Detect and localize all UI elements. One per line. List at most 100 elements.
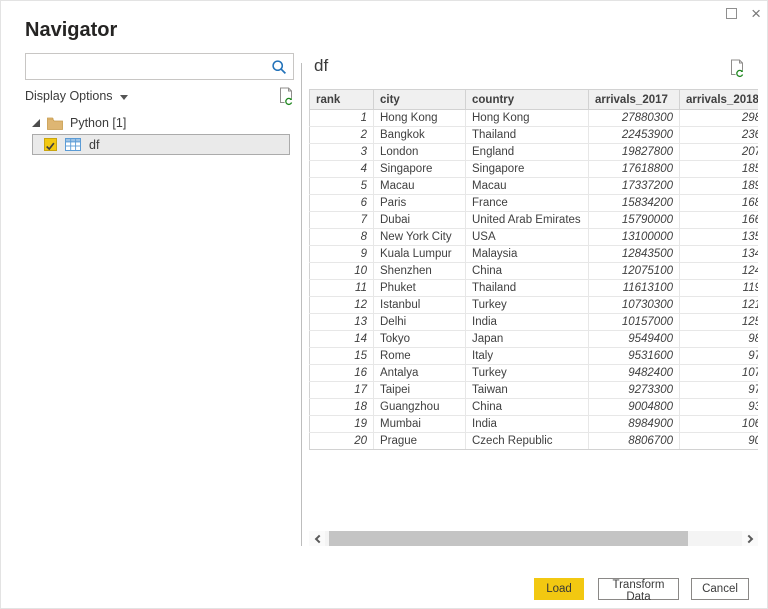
df-checkbox[interactable]	[44, 138, 57, 151]
table-cell-arrivals_2017: 9482400	[588, 364, 680, 382]
table-cell-city: Hong Kong	[373, 109, 466, 127]
table-cell-city: Paris	[373, 194, 466, 212]
search-input[interactable]	[26, 54, 271, 79]
table-cell-country: Malaysia	[465, 245, 589, 263]
table-row: 16AntalyaTurkey9482400107	[309, 364, 758, 382]
scroll-right-button[interactable]	[742, 531, 758, 546]
table-cell-city: Tokyo	[373, 330, 466, 348]
table-cell-country: China	[465, 262, 589, 280]
scroll-left-button[interactable]	[309, 531, 325, 546]
table-cell-arrivals_2018: 97	[679, 347, 758, 365]
table-cell-arrivals_2017: 12075100	[588, 262, 680, 280]
table-cell-arrivals_2018: 93	[679, 398, 758, 416]
table-row: 10ShenzhenChina12075100124	[309, 262, 758, 280]
table-cell-arrivals_2018: 189	[679, 177, 758, 195]
table-cell-arrivals_2017: 19827800	[588, 143, 680, 161]
table-cell-country: England	[465, 143, 589, 161]
table-row: 3LondonEngland19827800207	[309, 143, 758, 161]
table-cell-country: Taiwan	[465, 381, 589, 399]
table-cell-country: Thailand	[465, 126, 589, 144]
column-header-rank: rank	[309, 89, 374, 110]
checkmark-icon	[46, 142, 55, 151]
table-row: 19MumbaiIndia8984900106	[309, 415, 758, 433]
table-cell-arrivals_2017: 9004800	[588, 398, 680, 416]
table-row: 8New York CityUSA13100000135	[309, 228, 758, 246]
table-cell-country: United Arab Emirates	[465, 211, 589, 229]
column-header-city: city	[373, 89, 466, 110]
table-cell-arrivals_2018: 207	[679, 143, 758, 161]
table-cell-rank: 18	[309, 398, 374, 416]
table-cell-city: Antalya	[373, 364, 466, 382]
chevron-down-icon	[119, 94, 128, 100]
tree-node-label: Python [1]	[70, 116, 127, 130]
tree-node-python[interactable]: Python [1]	[25, 113, 294, 133]
table-cell-country: Japan	[465, 330, 589, 348]
table-cell-country: China	[465, 398, 589, 416]
table-cell-rank: 2	[309, 126, 374, 144]
column-header-arrivals_2017: arrivals_2017	[588, 89, 680, 110]
preview-title: df	[314, 56, 329, 75]
table-cell-country: Singapore	[465, 160, 589, 178]
table-cell-country: France	[465, 194, 589, 212]
table-cell-rank: 4	[309, 160, 374, 178]
table-cell-arrivals_2017: 12843500	[588, 245, 680, 263]
table-cell-city: Rome	[373, 347, 466, 365]
table-cell-country: Turkey	[465, 364, 589, 382]
table-cell-country: Czech Republic	[465, 432, 589, 450]
search-icon[interactable]	[271, 59, 287, 75]
table-header-row: rank city country arrivals_2017 arrivals_201…	[309, 89, 758, 110]
tree-item-df[interactable]: df	[32, 134, 290, 155]
table-row: 17TaipeiTaiwan927330097	[309, 381, 758, 399]
refresh-preview-icon[interactable]	[729, 59, 745, 78]
table-cell-arrivals_2017: 15834200	[588, 194, 680, 212]
table-cell-rank: 15	[309, 347, 374, 365]
close-icon[interactable]: ×	[751, 5, 761, 22]
table-cell-rank: 20	[309, 432, 374, 450]
table-cell-arrivals_2018: 124	[679, 262, 758, 280]
transform-data-button[interactable]: Transform Data	[598, 578, 679, 603]
expand-collapse-icon[interactable]	[32, 119, 40, 127]
table-cell-arrivals_2017: 15790000	[588, 211, 680, 229]
scrollbar-track[interactable]	[325, 531, 742, 546]
chevron-left-icon	[314, 534, 323, 543]
table-cell-city: Delhi	[373, 313, 466, 331]
table-cell-arrivals_2018: 90	[679, 432, 758, 450]
table-row: 2BangkokThailand22453900236	[309, 126, 758, 144]
horizontal-scrollbar[interactable]	[309, 531, 758, 546]
load-button[interactable]: Load	[534, 578, 584, 600]
scrollbar-thumb[interactable]	[329, 531, 688, 546]
table-cell-rank: 9	[309, 245, 374, 263]
cancel-button[interactable]: Cancel	[691, 578, 749, 600]
table-cell-country: India	[465, 313, 589, 331]
table-cell-arrivals_2018: 185	[679, 160, 758, 178]
table-cell-rank: 19	[309, 415, 374, 433]
table-cell-country: Thailand	[465, 279, 589, 297]
table-cell-arrivals_2018: 119	[679, 279, 758, 297]
table-row: 4SingaporeSingapore17618800185	[309, 160, 758, 178]
table-cell-city: Macau	[373, 177, 466, 195]
table-cell-city: Prague	[373, 432, 466, 450]
table-cell-arrivals_2017: 10730300	[588, 296, 680, 314]
table-cell-rank: 16	[309, 364, 374, 382]
table-row: 5MacauMacau17337200189	[309, 177, 758, 195]
table-cell-country: Hong Kong	[465, 109, 589, 127]
table-cell-rank: 3	[309, 143, 374, 161]
tree-item-label: df	[89, 137, 100, 152]
table-row: 9Kuala LumpurMalaysia12843500134	[309, 245, 758, 263]
refresh-sources-icon[interactable]	[278, 87, 294, 106]
table-cell-arrivals_2018: 236	[679, 126, 758, 144]
table-cell-rank: 14	[309, 330, 374, 348]
table-cell-arrivals_2017: 8806700	[588, 432, 680, 450]
maximize-icon[interactable]	[726, 8, 738, 19]
table-cell-city: Istanbul	[373, 296, 466, 314]
column-header-country: country	[465, 89, 589, 110]
table-cell-arrivals_2018: 125	[679, 313, 758, 331]
preview-table-container: rank city country arrivals_2017 arrivals_201…	[309, 89, 758, 489]
table-cell-city: Dubai	[373, 211, 466, 229]
table-cell-rank: 6	[309, 194, 374, 212]
table-cell-arrivals_2017: 17337200	[588, 177, 680, 195]
table-cell-rank: 1	[309, 109, 374, 127]
table-cell-rank: 5	[309, 177, 374, 195]
display-options-dropdown[interactable]: Display Options	[25, 89, 128, 103]
table-cell-city: Bangkok	[373, 126, 466, 144]
